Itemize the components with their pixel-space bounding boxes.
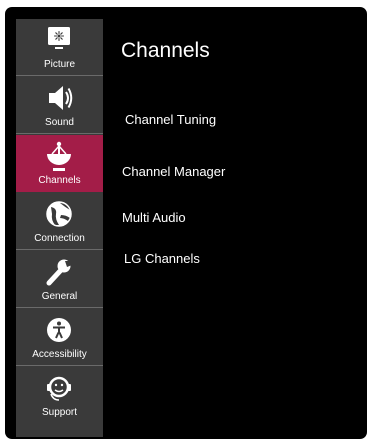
menu-item-lg-channels[interactable]: LG Channels (124, 251, 200, 266)
sidebar-item-support[interactable]: Support (16, 367, 103, 424)
sidebar-item-sound[interactable]: Sound (16, 77, 103, 134)
sidebar-item-label: Picture (43, 59, 76, 70)
settings-sidebar: Picture Sound Channels Connection Genera… (16, 19, 103, 437)
speaker-icon (49, 86, 73, 110)
headset-icon (47, 376, 71, 401)
globe-icon (46, 201, 72, 227)
picture-icon (48, 27, 70, 49)
sidebar-item-accessibility[interactable]: Accessibility (16, 309, 103, 366)
sidebar-item-channels[interactable]: Channels (16, 135, 103, 192)
wrench-icon (46, 259, 72, 286)
page-title: Channels (121, 39, 210, 62)
sidebar-item-picture[interactable]: Picture (16, 19, 103, 76)
sidebar-item-label: Connection (34, 233, 85, 244)
sidebar-item-connection[interactable]: Connection (16, 193, 103, 250)
sidebar-item-label: Accessibility (32, 349, 87, 360)
satellite-dish-icon (47, 141, 71, 171)
sidebar-item-general[interactable]: General (16, 251, 103, 308)
menu-item-channel-manager[interactable]: Channel Manager (122, 164, 225, 179)
sidebar-item-label: Sound (45, 117, 74, 128)
sidebar-item-label: Channels (38, 175, 81, 186)
accessibility-icon (47, 318, 71, 342)
menu-item-channel-tuning[interactable]: Channel Tuning (125, 112, 216, 127)
tv-settings-screen: Picture Sound Channels Connection Genera… (5, 7, 367, 439)
sidebar-item-label: General (41, 291, 78, 302)
menu-item-multi-audio[interactable]: Multi Audio (122, 210, 186, 225)
sidebar-item-label: Support (41, 407, 78, 418)
